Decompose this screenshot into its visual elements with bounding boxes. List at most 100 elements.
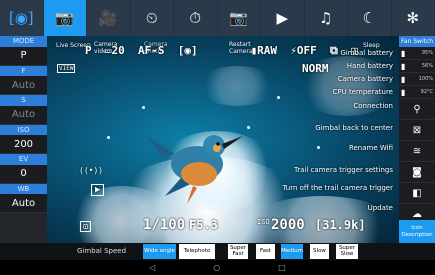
setting-value-wb[interactable]: Auto bbox=[0, 194, 47, 213]
fan-icon: ✻ bbox=[406, 8, 420, 27]
speed-option-telephoto[interactable]: Telephoto bbox=[179, 244, 215, 259]
android-nav-bar: ◁ ○ □ bbox=[0, 260, 435, 275]
water-drop bbox=[317, 146, 320, 149]
wifi-button[interactable]: ≋ bbox=[399, 141, 435, 162]
status-row: ▮ 92°C bbox=[399, 86, 435, 99]
setting-label: ISO bbox=[0, 124, 47, 135]
gimbal-speed-bar: Gimbal Speed Wide angle Telephoto Super Fa… bbox=[0, 243, 435, 260]
connection-icon: ⚲ bbox=[413, 103, 421, 115]
battery-icon: ▮ bbox=[401, 48, 406, 58]
play-icon: ▶ bbox=[276, 8, 289, 27]
menu-item[interactable]: Update bbox=[368, 204, 393, 212]
view-badge: VIEW bbox=[57, 64, 76, 73]
camera-settings-panel: MODE P F Auto S Auto ISO 200 EV 0 WB Auto bbox=[0, 36, 47, 243]
speed-option-slow[interactable]: Slow bbox=[310, 244, 329, 259]
toolbar-video-button[interactable]: 🎥 bbox=[87, 0, 131, 36]
toolbar-fan-button[interactable]: ✻ bbox=[392, 0, 435, 36]
setting-value-mode[interactable]: P bbox=[0, 46, 47, 66]
camera-osd-status: P ▭20 AF-S [◉] ▮RAW ⚡OFF ⧉ ◫ bbox=[85, 44, 358, 57]
iso-value: 2000 bbox=[271, 217, 305, 233]
toolbar-timer-button[interactable]: ⏲ bbox=[131, 0, 174, 36]
menu-item[interactable]: Connection bbox=[353, 102, 393, 110]
water-drop bbox=[142, 106, 145, 109]
setting-label: EV bbox=[0, 154, 47, 165]
playback-icon[interactable]: ▶ bbox=[91, 184, 105, 196]
setting-value-iso[interactable]: 200 bbox=[0, 135, 47, 154]
toolbar-timelapse-button[interactable]: ⏱ bbox=[174, 0, 218, 36]
setting-label: WB bbox=[0, 183, 47, 194]
icon-description-button[interactable]: Icon Description bbox=[399, 220, 435, 243]
music-icon: ♫ bbox=[319, 8, 333, 27]
shutter-speed: 1/100 bbox=[143, 217, 186, 233]
setting-label: S bbox=[0, 95, 47, 106]
live-viewfinder[interactable]: Live Screen Camera video Camera photo Re… bbox=[47, 36, 399, 243]
status-row: ▮ 56% bbox=[399, 60, 435, 73]
gimbal-center-button[interactable]: ⊠ bbox=[399, 120, 435, 141]
speed-option-super-fast[interactable]: Super Fast bbox=[228, 244, 248, 259]
speed-option-fast[interactable]: Fast bbox=[256, 244, 275, 259]
menu-item[interactable]: Camera battery bbox=[338, 75, 393, 83]
focus-frame-icon: ⊡ bbox=[80, 221, 91, 232]
setting-label: F bbox=[0, 65, 47, 76]
speed-option-medium[interactable]: Medium bbox=[281, 244, 303, 259]
water-drop bbox=[107, 136, 110, 139]
toolbar-moon-button[interactable]: ☾ bbox=[348, 0, 392, 36]
water-drop bbox=[277, 96, 280, 99]
water-drop bbox=[247, 126, 250, 129]
shots-remaining: [31.9k] bbox=[315, 218, 366, 232]
menu-item[interactable]: CPU temperature bbox=[333, 88, 393, 96]
wifi-signal-icon: ((•)) bbox=[79, 166, 104, 175]
setting-label: MODE bbox=[0, 36, 47, 47]
aperture-value: F5.3 bbox=[189, 218, 218, 232]
menu-item[interactable]: Hand battery bbox=[347, 62, 393, 70]
status-row: ▮ 95% bbox=[399, 47, 435, 60]
sleep-button[interactable]: Sleep bbox=[363, 42, 380, 49]
back-icon[interactable]: ◁ bbox=[149, 263, 155, 272]
camera-trigger-icon: ◙ bbox=[412, 166, 422, 178]
battery-icon: ▮ bbox=[401, 61, 406, 71]
moon-icon: ☾ bbox=[362, 8, 376, 27]
status-value: 56% bbox=[421, 63, 433, 69]
iso-label: ISO bbox=[257, 218, 270, 226]
trail-trigger-icon: ◧ bbox=[412, 187, 422, 199]
toolbar-music-button[interactable]: ♫ bbox=[305, 0, 348, 36]
menu-item[interactable]: Rename Wifi bbox=[349, 144, 393, 152]
brackets-icon: [◉] bbox=[8, 8, 34, 27]
toolbar-brackets-button[interactable]: [◉] bbox=[0, 0, 44, 36]
thermometer-icon: ▮ bbox=[401, 87, 406, 97]
speed-option-super-slow[interactable]: Super Slow bbox=[336, 244, 358, 259]
setting-value-ev[interactable]: 0 bbox=[0, 164, 47, 184]
app-window: [◉] 📷 🎥 ⏲ ⏱ 📷 ▶ ♫ ☾ ✻ MODE P F Auto S Auto ISO 200 EV 0 WB A… bbox=[0, 0, 435, 275]
update-icon: ☁ bbox=[412, 208, 422, 220]
camera-settings-icon: 📷 bbox=[229, 8, 249, 27]
status-value: 92°C bbox=[420, 89, 433, 95]
speed-option-wide-angle[interactable]: Wide angle bbox=[143, 244, 176, 259]
gimbal-speed-label: Gimbal Speed bbox=[77, 247, 127, 255]
gimbal-center-icon: ⊠ bbox=[412, 124, 422, 136]
wifi-icon: ≋ bbox=[412, 145, 422, 157]
recent-apps-icon[interactable]: □ bbox=[278, 263, 286, 272]
toolbar-play-button[interactable]: ▶ bbox=[261, 0, 305, 36]
toolbar-camera-button[interactable]: 📷 bbox=[43, 0, 87, 36]
menu-item[interactable]: Gimbal battery bbox=[340, 49, 393, 57]
setting-value-s[interactable]: Auto bbox=[0, 105, 47, 125]
status-row: ▮ 100% bbox=[399, 73, 435, 86]
status-panel: Fan Switch ▮ 95% ▮ 56% ▮ 100% ▮ 92°C ⚲ ⊠ ≋ ◙ ◧ ☁ Icon D… bbox=[399, 36, 435, 243]
setting-value-f[interactable]: Auto bbox=[0, 76, 47, 95]
camera-trigger-button[interactable]: ◙ bbox=[399, 162, 435, 183]
trail-trigger-button[interactable]: ◧ bbox=[399, 183, 435, 204]
toolbar-camera-settings-button[interactable]: 📷 bbox=[218, 0, 261, 36]
home-icon[interactable]: ○ bbox=[213, 263, 220, 272]
timer-icon: ⏲ bbox=[145, 8, 158, 27]
status-value: 95% bbox=[421, 50, 433, 56]
status-value: 100% bbox=[418, 76, 433, 82]
fan-switch-label[interactable]: Fan Switch bbox=[399, 36, 435, 47]
norm-quality: NORM bbox=[302, 62, 329, 75]
video-icon: 🎥 bbox=[98, 8, 118, 27]
connection-button[interactable]: ⚲ bbox=[399, 99, 435, 120]
top-toolbar: [◉] 📷 🎥 ⏲ ⏱ 📷 ▶ ♫ ☾ ✻ bbox=[0, 0, 435, 36]
camera-icon: 📷 bbox=[55, 8, 75, 27]
menu-item[interactable]: Trail camera trigger settings bbox=[294, 166, 393, 174]
menu-item[interactable]: Turn off the trail camera trigger bbox=[283, 184, 393, 192]
menu-item[interactable]: Gimbal back to center bbox=[315, 124, 393, 132]
